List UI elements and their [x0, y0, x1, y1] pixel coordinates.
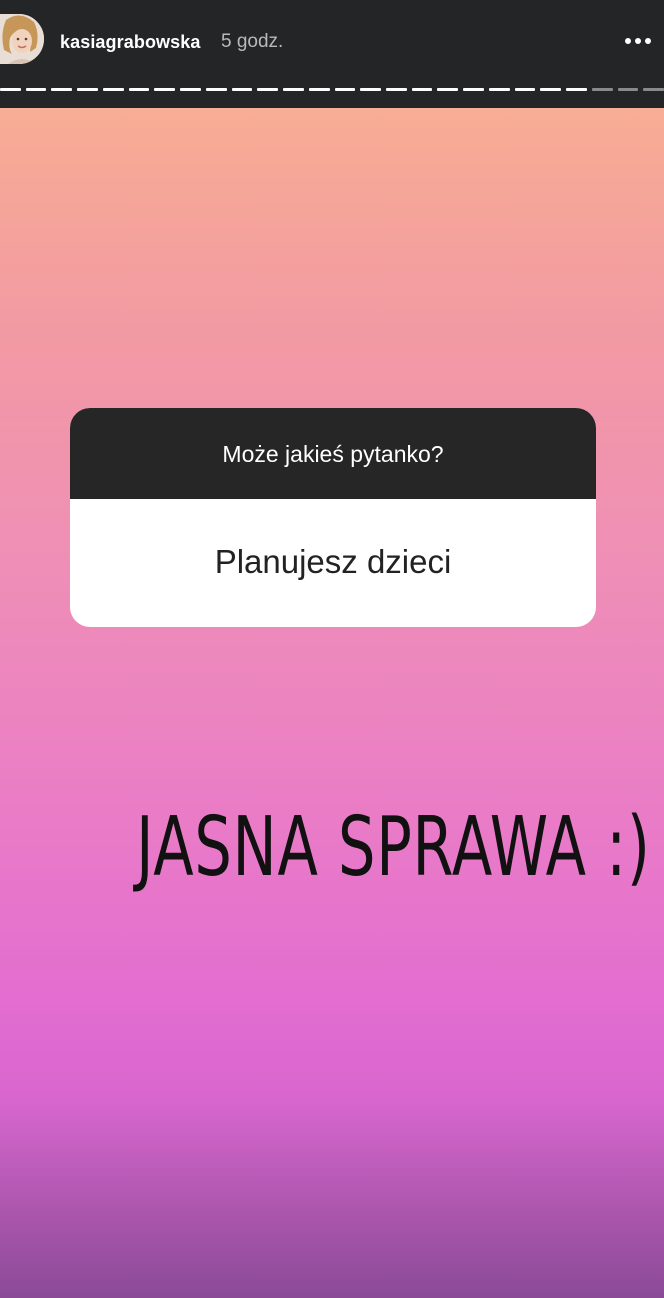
- progress-segment: [514, 88, 536, 91]
- progress-segment: [102, 88, 124, 91]
- more-horizontal-icon: [625, 38, 651, 44]
- progress-segment: [540, 88, 562, 91]
- avatar-image: [0, 14, 44, 64]
- question-sticker[interactable]: Może jakieś pytanko? Planujesz dzieci: [70, 408, 596, 627]
- story-progress-bar: [0, 88, 664, 92]
- post-timestamp: 5 godz.: [221, 31, 284, 52]
- progress-segment: [591, 88, 613, 91]
- progress-segment: [334, 88, 356, 91]
- question-answer: Planujesz dzieci: [214, 543, 452, 580]
- progress-segment: [617, 88, 639, 91]
- user-avatar[interactable]: [0, 14, 44, 64]
- progress-segment: [77, 88, 98, 91]
- story-header: kasiagrabowska 5 godz.: [0, 0, 664, 108]
- progress-segment: [643, 88, 664, 91]
- progress-segment: [25, 88, 47, 91]
- question-prompt: Może jakieś pytanko?: [70, 408, 596, 499]
- username-link[interactable]: kasiagrabowska: [60, 32, 200, 53]
- story-background[interactable]: kasiagrabowska 5 godz. Może jakieś pytan…: [0, 0, 664, 1298]
- progress-segment: [386, 88, 407, 91]
- progress-segment: [437, 88, 459, 91]
- progress-segment: [488, 88, 510, 91]
- progress-segment: [231, 88, 253, 91]
- progress-segment: [257, 88, 279, 91]
- progress-segment: [566, 88, 587, 91]
- progress-segment: [154, 88, 176, 91]
- progress-segment: [283, 88, 304, 91]
- progress-segment: [180, 88, 201, 91]
- progress-segment: [463, 88, 484, 91]
- progress-segment: [205, 88, 227, 91]
- progress-segment: [411, 88, 433, 91]
- progress-segment: [308, 88, 330, 91]
- progress-segment: [360, 88, 382, 91]
- progress-segment: [0, 88, 21, 91]
- progress-segment: [128, 88, 150, 91]
- more-options-button[interactable]: [620, 24, 656, 58]
- progress-segment: [51, 88, 73, 91]
- story-text: JASNA SPRAWA :): [136, 800, 651, 895]
